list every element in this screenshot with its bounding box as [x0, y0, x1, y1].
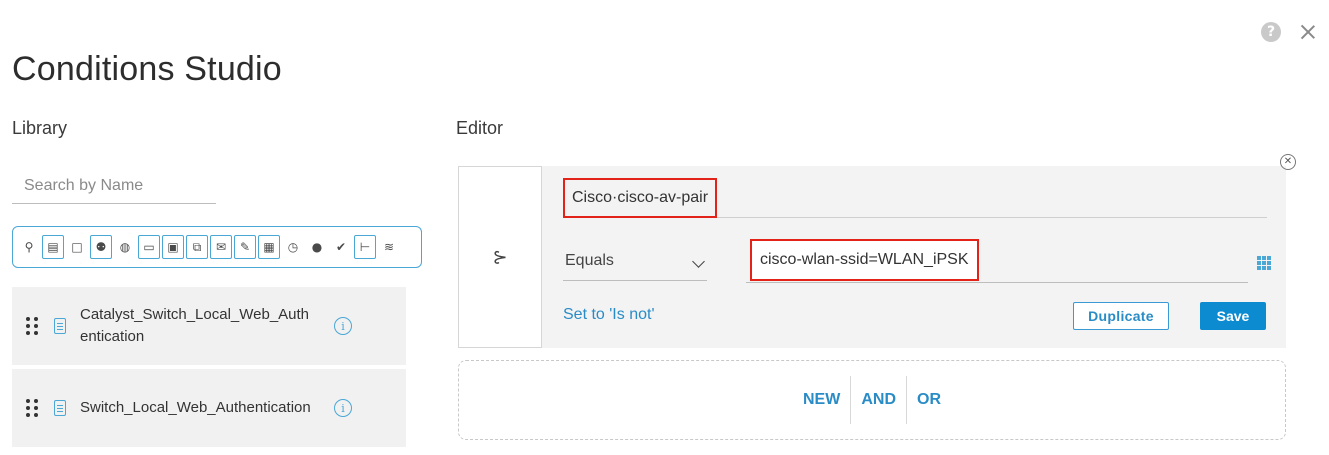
- editor-label: Editor: [456, 118, 504, 138]
- value-text: cisco-wlan-ssid=WLAN_iPSK: [750, 239, 979, 281]
- logic-operator-box: NEW AND OR: [458, 360, 1286, 440]
- search-input[interactable]: [12, 168, 216, 204]
- library-label: Library: [12, 118, 68, 138]
- info-icon[interactable]: i: [334, 399, 352, 417]
- user-icon[interactable]: ●: [306, 235, 328, 259]
- page-title: Conditions Studio: [12, 50, 282, 88]
- tree-icon[interactable]: ⊢: [354, 235, 376, 259]
- save-button[interactable]: Save: [1200, 302, 1266, 330]
- network-icon[interactable]: ⧉: [186, 235, 208, 259]
- library-filter-bar: ⚲ ▤ □ ⚉ ◍ ▭ ▣ ⧉ ✉ ✎ ▦ ◷ ● ✔ ⊢ ≋: [12, 226, 422, 268]
- group-icon[interactable]: ⚉: [90, 235, 112, 259]
- square-icon[interactable]: □: [66, 235, 88, 259]
- dictionary-grid-icon[interactable]: [1257, 256, 1271, 270]
- library-item-name: Catalyst_Switch_Local_Web_Authentication: [80, 306, 310, 345]
- globe-icon[interactable]: ◍: [114, 235, 136, 259]
- close-icon[interactable]: [1299, 23, 1317, 41]
- new-condition-button[interactable]: NEW: [793, 376, 850, 424]
- attribute-field[interactable]: Cisco·cisco-av-pair: [563, 178, 1267, 218]
- operator-value: Equals: [565, 252, 614, 269]
- location-icon[interactable]: ⚲: [18, 235, 40, 259]
- clock-icon[interactable]: ◷: [282, 235, 304, 259]
- wifi-icon[interactable]: ≋: [378, 235, 400, 259]
- operator-select[interactable]: Equals: [563, 243, 707, 281]
- monitor-icon[interactable]: ▣: [162, 235, 184, 259]
- remove-condition-icon[interactable]: ✕: [1280, 154, 1296, 170]
- window-actions: ?: [1261, 22, 1317, 42]
- condition-type-panel: ⊱: [458, 166, 542, 348]
- set-is-not-link[interactable]: Set to 'Is not': [563, 306, 655, 324]
- library-item-name: Switch_Local_Web_Authentication: [80, 399, 311, 416]
- help-icon[interactable]: ?: [1261, 22, 1281, 42]
- drag-handle-icon[interactable]: [26, 317, 40, 335]
- attribute-value: Cisco·cisco-av-pair: [563, 178, 718, 218]
- workstation-icon[interactable]: ▭: [138, 235, 160, 259]
- and-button[interactable]: AND: [850, 376, 906, 424]
- info-icon[interactable]: i: [334, 317, 352, 335]
- mail-icon[interactable]: ✉: [210, 235, 232, 259]
- chevron-down-icon: [692, 255, 705, 268]
- drag-handle-icon[interactable]: [26, 399, 40, 417]
- device-icon[interactable]: ▤: [42, 235, 64, 259]
- duplicate-button[interactable]: Duplicate: [1073, 302, 1169, 330]
- or-button[interactable]: OR: [906, 376, 951, 424]
- edit-icon[interactable]: ✎: [234, 235, 256, 259]
- library-item[interactable]: Switch_Local_Web_Authentication i: [12, 369, 406, 447]
- attribute-tree-icon: ⊱: [492, 246, 508, 268]
- value-input[interactable]: cisco-wlan-ssid=WLAN_iPSK: [746, 239, 1248, 283]
- library-item[interactable]: Catalyst_Switch_Local_Web_Authentication…: [12, 287, 406, 365]
- document-icon: [54, 400, 66, 416]
- calendar-icon[interactable]: ▦: [258, 235, 280, 259]
- check-badge-icon[interactable]: ✔: [330, 235, 352, 259]
- document-icon: [54, 318, 66, 334]
